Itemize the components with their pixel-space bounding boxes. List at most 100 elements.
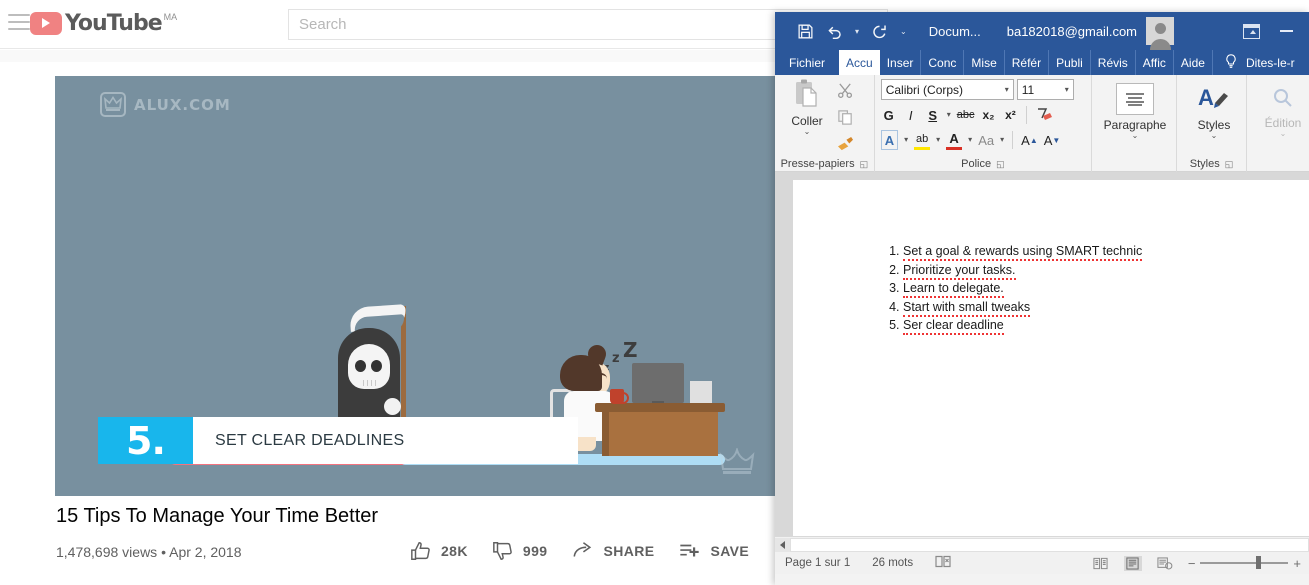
scythe-blade [349, 304, 407, 332]
scroll-left-icon[interactable] [775, 537, 790, 552]
tab-aide[interactable]: Aide [1174, 50, 1213, 75]
like-button[interactable]: 28K [410, 540, 468, 562]
youtube-country-code: MA [163, 12, 178, 22]
tab-publipostage[interactable]: Publi [1049, 50, 1091, 75]
font-color-dropdown-icon[interactable]: ▾ [968, 136, 972, 144]
font-name-combo[interactable]: Calibri (Corps) ▾ [880, 79, 1014, 100]
editing-dropdown-icon[interactable]: ⌄ [1280, 130, 1287, 138]
read-mode-icon[interactable] [1092, 556, 1110, 571]
scissors-icon[interactable] [837, 82, 854, 104]
tab-insertion[interactable]: Inser [880, 50, 922, 75]
page-indicator[interactable]: Page 1 sur 1 [785, 557, 850, 569]
redo-icon[interactable] [871, 23, 888, 40]
zoom-out-button[interactable]: − [1188, 556, 1196, 571]
ribbon-display-options-icon[interactable] [1243, 23, 1260, 39]
tab-revision[interactable]: Révis [1091, 50, 1136, 75]
reaper-eye-right [371, 360, 382, 372]
worker-hair [560, 355, 602, 391]
undo-dropdown-icon[interactable]: ▾ [855, 27, 859, 36]
view-count: 1,478,698 views [56, 544, 158, 560]
document-name[interactable]: Docum... [929, 24, 981, 39]
save-icon[interactable] [797, 23, 814, 40]
tab-accueil[interactable]: Accu [839, 50, 880, 75]
reaper-eye-left [355, 360, 366, 372]
underline-button[interactable]: S [925, 105, 941, 125]
grow-font-button[interactable]: A ▲ [1021, 130, 1038, 150]
paste-dropdown-icon[interactable]: ⌄ [804, 128, 811, 136]
text-effects-button[interactable]: A [880, 130, 899, 150]
shrink-font-button[interactable]: A ▼ [1044, 130, 1061, 150]
format-painter-icon[interactable] [837, 136, 854, 156]
font-color-button[interactable]: A [946, 130, 963, 150]
avatar[interactable] [1146, 17, 1175, 50]
quick-access-toolbar: ▾ ⌄ [797, 23, 907, 40]
italic-button[interactable]: I [903, 105, 919, 125]
tab-mise-en-page[interactable]: Mise [964, 50, 1005, 75]
clipboard-dialog-launcher[interactable]: ◱ [860, 159, 869, 169]
text-effects-dropdown-icon[interactable]: ▾ [904, 136, 908, 144]
avatar-body [1149, 39, 1171, 50]
word-titlebar[interactable]: ▾ ⌄ Docum... ba182018@gmail.com [775, 12, 1309, 50]
font-dialog-launcher[interactable]: ◱ [996, 159, 1005, 169]
customize-qat-icon[interactable]: ⌄ [900, 27, 907, 36]
font-size-dropdown-icon[interactable]: ▾ [1065, 85, 1069, 94]
paragraph-lines-icon [1116, 83, 1154, 115]
copy-icon[interactable] [837, 109, 854, 131]
account-email[interactable]: ba182018@gmail.com [1007, 24, 1137, 39]
youtube-logo[interactable]: YouTube MA [30, 12, 177, 35]
paragraph-button[interactable]: Paragraphe ⌄ [1098, 79, 1172, 140]
highlight-button[interactable]: ab [914, 130, 931, 150]
word-count[interactable]: 26 mots [872, 557, 913, 569]
highlight-dropdown-icon[interactable]: ▾ [936, 136, 940, 144]
desktop-monitor [632, 363, 684, 413]
styles-dropdown-icon[interactable]: ⌄ [1211, 132, 1218, 140]
tab-references[interactable]: Référ [1005, 50, 1050, 75]
share-button[interactable]: SHARE [571, 540, 654, 562]
horizontal-scrollbar[interactable] [775, 536, 1309, 552]
document-body[interactable]: Set a goal & rewards using SMART technic… [881, 244, 1143, 337]
zoom-in-button[interactable]: + [1293, 556, 1301, 571]
bold-button[interactable]: G [881, 105, 897, 125]
zoom-slider-thumb[interactable] [1256, 556, 1262, 570]
minimize-icon[interactable] [1280, 30, 1293, 32]
alux-brand-text: ALUX.COM [134, 95, 231, 114]
zoom-control[interactable]: − + [1188, 556, 1301, 571]
proofing-errors-icon[interactable] [935, 555, 951, 571]
desk-top [595, 403, 725, 412]
change-case-dropdown-icon[interactable]: ▾ [1000, 136, 1004, 144]
web-layout-icon[interactable] [1156, 556, 1174, 571]
group-label-police: Police ◱ [961, 158, 1005, 170]
word-window[interactable]: ▾ ⌄ Docum... ba182018@gmail.com Fichier [775, 12, 1309, 585]
group-label-presse-papiers: Presse-papiers ◱ [780, 158, 869, 170]
list-item: Set a goal & rewards using SMART technic [903, 244, 1143, 261]
styles-button[interactable]: A Styles ⌄ [1183, 79, 1245, 140]
document-page[interactable]: Set a goal & rewards using SMART technic… [793, 180, 1309, 536]
font-size-combo[interactable]: 11 ▾ [1016, 79, 1074, 100]
reaper-hand [384, 398, 401, 415]
desk-leg [602, 412, 609, 456]
paragraph-dropdown-icon[interactable]: ⌄ [1132, 132, 1139, 140]
dislike-button[interactable]: 999 [492, 540, 548, 562]
font-name-value: Calibri (Corps) [885, 82, 964, 97]
underline-dropdown-icon[interactable]: ▾ [947, 111, 951, 119]
subscript-button[interactable]: x₂ [980, 105, 996, 125]
tab-fichier[interactable]: Fichier [775, 50, 839, 75]
scroll-track[interactable] [790, 537, 1309, 552]
thumbs-up-icon [410, 540, 432, 562]
styles-dialog-launcher[interactable]: ◱ [1225, 159, 1234, 169]
strikethrough-button[interactable]: abc [957, 105, 975, 125]
hamburger-menu-icon[interactable] [8, 14, 30, 34]
video-player[interactable]: ALUX.COM Z z 5. SET CLEAR DEADLINES [55, 76, 779, 496]
tab-conception[interactable]: Conc [921, 50, 965, 75]
superscript-button[interactable]: x² [1002, 105, 1018, 125]
change-case-button[interactable]: Aa [978, 130, 994, 150]
undo-icon[interactable] [826, 23, 843, 40]
save-button[interactable]: SAVE [678, 540, 749, 562]
editing-button[interactable]: Édition ⌄ [1253, 79, 1309, 138]
clear-formatting-icon[interactable] [1035, 105, 1053, 125]
zoom-slider-track[interactable] [1200, 556, 1289, 570]
font-name-dropdown-icon[interactable]: ▾ [1005, 85, 1009, 94]
tell-me-box[interactable]: Dites-le-r [1213, 50, 1295, 75]
print-layout-icon[interactable] [1123, 555, 1142, 571]
tab-affichage[interactable]: Affic [1136, 50, 1174, 75]
